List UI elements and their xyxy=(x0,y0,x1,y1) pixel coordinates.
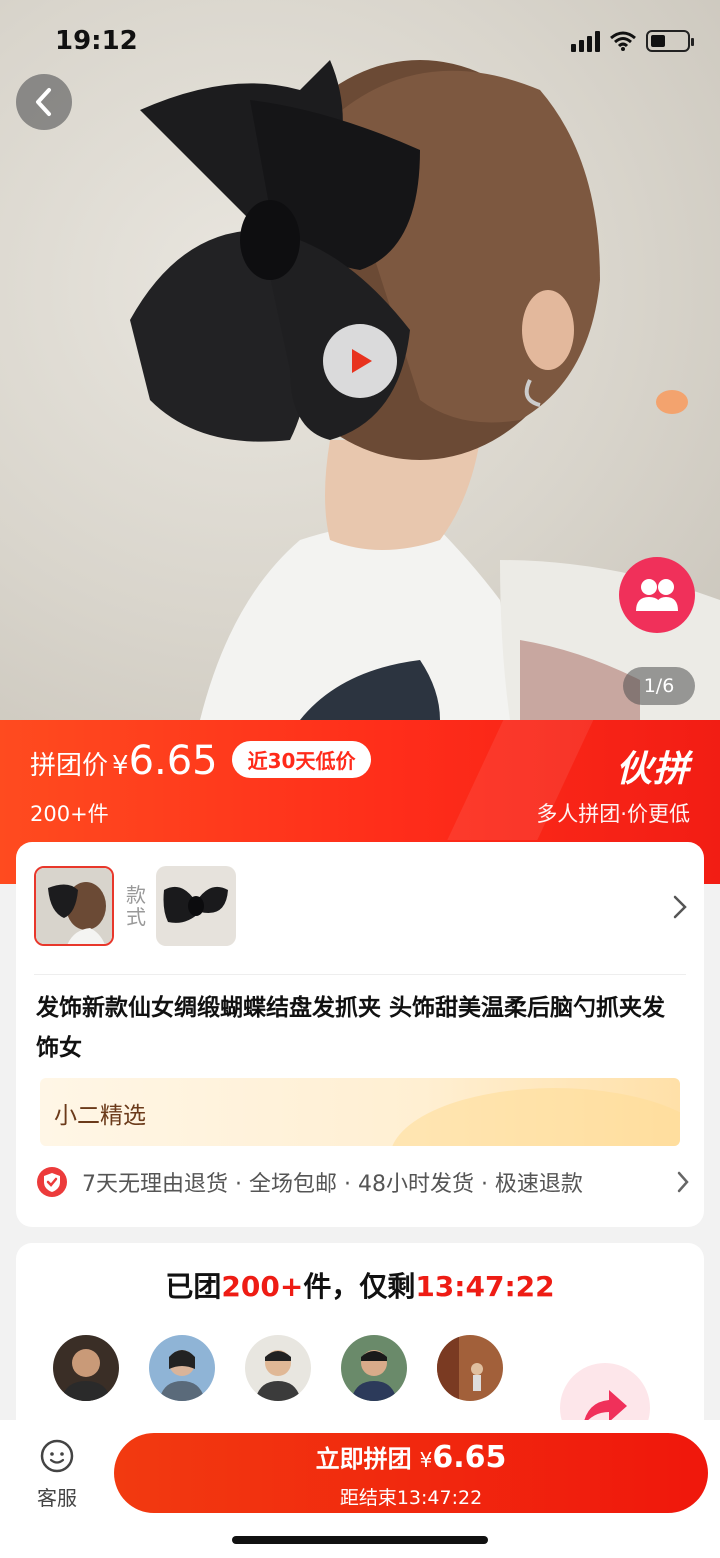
avatar xyxy=(149,1335,215,1401)
home-indicator xyxy=(232,1536,488,1544)
group-price: 拼团价 ¥ 6.65 近30天低价 xyxy=(30,738,372,784)
buy-currency: ¥ xyxy=(419,1448,433,1472)
avatar xyxy=(437,1335,503,1401)
status-bar: 19:12 xyxy=(0,0,720,86)
battery-icon xyxy=(646,30,694,52)
avatar xyxy=(341,1335,407,1401)
wifi-icon xyxy=(610,31,636,51)
buy-label: 立即拼团 xyxy=(315,1445,412,1473)
variant-image xyxy=(156,866,236,946)
status-time: 19:12 xyxy=(55,26,138,56)
group-button[interactable] xyxy=(619,557,695,633)
chevron-left-icon xyxy=(36,88,51,116)
price-value: 6.65 xyxy=(128,738,218,784)
play-video-button[interactable] xyxy=(323,324,397,398)
ends-countdown: 距结束13:47:22 xyxy=(339,1487,483,1509)
customer-service-label: 客服 xyxy=(37,1486,77,1510)
variant-thumb[interactable] xyxy=(156,866,236,946)
customer-service-icon xyxy=(40,1439,74,1473)
image-counter: 1/6 xyxy=(623,667,695,705)
group-countdown: 13:47:22 xyxy=(415,1270,555,1303)
low-price-badge: 近30天低价 xyxy=(231,741,372,778)
buy-group-button[interactable]: 立即拼团 ¥6.65 距结束13:47:22 xyxy=(114,1433,708,1513)
buy-price: 6.65 xyxy=(432,1440,507,1475)
back-button[interactable] xyxy=(16,74,72,130)
group-status: 已团200+件，仅剩13:47:22 xyxy=(165,1270,555,1303)
guarantee-row[interactable]: 7天无理由退货 · 全场包邮 · 48小时发货 · 极速退款 xyxy=(36,1162,690,1202)
product-title: 发饰新款仙女绸缎蝴蝶结盘发抓夹 头饰甜美温柔后脑勺抓夹发饰女 xyxy=(36,995,666,1061)
variant-label: 款式 xyxy=(126,883,146,929)
variant-image xyxy=(36,868,112,944)
product-info-card: 款式 发饰新款仙女绸缎蝴蝶结盘发抓夹 头饰甜美温柔后脑勺抓夹发饰女 小二精选 7… xyxy=(16,842,704,1227)
price-currency: ¥ xyxy=(112,751,129,781)
chevron-right-icon xyxy=(677,1171,689,1193)
chevron-right-icon[interactable] xyxy=(672,894,688,920)
brand-logo: 伙拼 xyxy=(615,749,690,790)
avatar xyxy=(245,1335,311,1401)
group-count: 200+ xyxy=(221,1270,304,1303)
price-label: 拼团价 xyxy=(30,751,109,781)
editor-pick-label: 小二精选 xyxy=(54,1103,146,1129)
avatar xyxy=(53,1335,119,1401)
play-icon xyxy=(352,349,372,373)
guarantee-shield-icon xyxy=(37,1167,67,1197)
cellular-signal-icon xyxy=(571,30,600,52)
editor-pick-banner[interactable]: 小二精选 xyxy=(40,1078,680,1146)
variant-selector[interactable]: 款式 xyxy=(34,866,236,946)
bottom-action-bar: 客服 立即拼团 ¥6.65 距结束13:47:22 xyxy=(0,1420,720,1558)
sold-count: 200+件 xyxy=(30,802,109,826)
divider xyxy=(34,974,686,975)
people-icon xyxy=(636,579,678,611)
product-image-carousel[interactable]: 19:12 1/6 xyxy=(0,0,720,720)
customer-service-button[interactable]: 客服 xyxy=(26,1438,88,1511)
brand-tagline: 多人拼团·价更低 xyxy=(536,802,690,826)
guarantee-text: 7天无理由退货 · 全场包邮 · 48小时发货 · 极速退款 xyxy=(82,1172,583,1197)
group-member-avatars xyxy=(53,1335,503,1401)
group-buy-card: 已团200+件，仅剩13:47:22 xyxy=(16,1243,704,1453)
variant-thumb-selected[interactable] xyxy=(34,866,114,946)
status-icons xyxy=(571,30,694,52)
